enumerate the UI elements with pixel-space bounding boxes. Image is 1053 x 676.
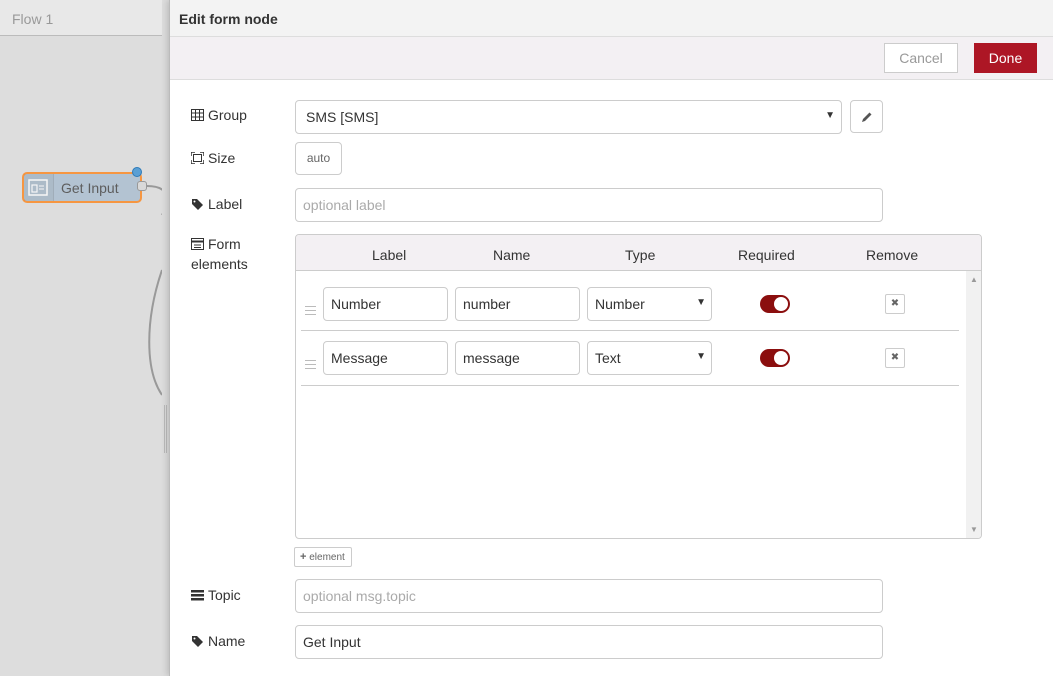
cancel-button[interactable]: Cancel xyxy=(884,43,958,73)
pencil-icon xyxy=(862,112,872,122)
tray-toolbar: Cancel Done xyxy=(170,37,1053,80)
size-button[interactable]: auto xyxy=(295,142,342,175)
wire xyxy=(146,185,162,396)
topic-input-placeholder: optional msg.topic xyxy=(303,588,416,604)
tasks-icon xyxy=(191,590,204,601)
row-name-value: message xyxy=(463,350,520,366)
tray-title: Edit form node xyxy=(179,11,278,27)
group-select-value: SMS [SMS] xyxy=(306,109,379,125)
edit-group-button[interactable] xyxy=(850,100,883,133)
node-output-port[interactable] xyxy=(137,181,147,191)
required-toggle[interactable] xyxy=(760,295,790,313)
form-elements-list: Label Name Type Required Remove Number n… xyxy=(295,234,982,539)
flow-workspace[interactable]: Flow 1 Get Input xyxy=(0,0,162,676)
toggle-knob xyxy=(774,297,788,311)
name-input[interactable]: Get Input xyxy=(295,625,883,659)
remove-row-button[interactable]: ✖ xyxy=(885,294,905,314)
form-node[interactable]: Get Input xyxy=(22,172,142,203)
form-element-row: Message message Text ▼ ✖ xyxy=(301,341,959,386)
remove-row-button[interactable]: ✖ xyxy=(885,348,905,368)
row-type-select[interactable]: Number ▼ xyxy=(587,287,712,321)
chevron-down-icon: ▼ xyxy=(696,351,706,362)
required-toggle[interactable] xyxy=(760,349,790,367)
row-name-input[interactable]: message xyxy=(455,341,580,375)
header-required: Required xyxy=(738,247,795,263)
form-icon xyxy=(24,174,54,201)
topic-label: Topic xyxy=(208,587,241,603)
edit-tray: Edit form node Cancel Done Group SMS [SM… xyxy=(169,0,1053,676)
drag-handle-icon[interactable] xyxy=(305,360,316,372)
form-elements-row-label: Form elements xyxy=(191,234,248,274)
tag-icon xyxy=(192,199,203,210)
row-label-value: Message xyxy=(331,350,388,366)
tray-resize-handle[interactable] xyxy=(164,405,167,453)
chevron-down-icon: ▼ xyxy=(825,110,835,121)
topic-row-label: Topic xyxy=(191,585,241,605)
row-type-value: Number xyxy=(595,296,645,312)
header-name: Name xyxy=(493,247,531,263)
scroll-up-icon[interactable]: ▲ xyxy=(970,275,978,284)
done-button[interactable]: Done xyxy=(974,43,1037,73)
list-scrollbar[interactable]: ▲ ▼ xyxy=(966,271,981,538)
form-elements-header: Label Name Type Required Remove xyxy=(296,235,981,271)
row-type-select[interactable]: Text ▼ xyxy=(587,341,712,375)
header-type: Type xyxy=(625,247,656,263)
tag-icon xyxy=(192,636,203,647)
name-input-value: Get Input xyxy=(303,634,361,650)
add-element-button[interactable]: + element xyxy=(294,547,352,567)
chevron-down-icon: ▼ xyxy=(696,297,706,308)
name-label: Name xyxy=(208,633,246,649)
form-elements-label-2: elements xyxy=(191,256,248,272)
tray-header: Edit form node xyxy=(170,0,1053,37)
row-label-input[interactable]: Number xyxy=(323,287,448,321)
label-label: Label xyxy=(208,196,243,212)
node-label: Get Input xyxy=(61,180,119,196)
form-element-row: Number number Number ▼ ✖ xyxy=(301,287,959,331)
list-icon xyxy=(191,238,204,250)
topic-input[interactable]: optional msg.topic xyxy=(295,579,883,613)
row-name-input[interactable]: number xyxy=(455,287,580,321)
label-row-label: Label xyxy=(191,194,242,214)
add-element-label: element xyxy=(309,552,345,563)
group-row-label: Group xyxy=(191,105,247,125)
toggle-knob xyxy=(774,351,788,365)
label-input-placeholder: optional label xyxy=(303,197,386,213)
form-elements-label-1: Form xyxy=(208,236,241,252)
node-changed-indicator xyxy=(132,167,142,177)
row-label-input[interactable]: Message xyxy=(323,341,448,375)
header-remove: Remove xyxy=(866,247,919,263)
plus-icon: + xyxy=(300,551,307,563)
name-row-label: Name xyxy=(191,631,245,651)
label-input[interactable]: optional label xyxy=(295,188,883,222)
row-label-value: Number xyxy=(331,296,381,312)
row-type-value: Text xyxy=(595,350,621,366)
group-select[interactable]: SMS [SMS] ▼ xyxy=(295,100,842,134)
header-label: Label xyxy=(372,247,407,263)
group-label: Group xyxy=(208,107,247,123)
size-icon xyxy=(191,152,204,164)
row-name-value: number xyxy=(463,296,511,312)
drag-handle-icon[interactable] xyxy=(305,306,316,318)
table-icon xyxy=(191,109,204,121)
size-label: Size xyxy=(208,150,236,166)
scroll-down-icon[interactable]: ▼ xyxy=(970,525,978,534)
size-row-label: Size xyxy=(191,148,235,168)
